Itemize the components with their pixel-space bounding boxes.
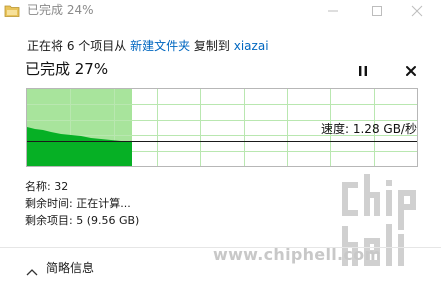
source-folder-link[interactable]: 新建文件夹	[130, 39, 190, 53]
close-icon	[406, 66, 416, 76]
chevron-up-icon	[26, 264, 38, 275]
speed-label: 速度: 1.28 GB/秒	[321, 122, 417, 136]
transfer-stats: 名称: 32 剩余时间: 正在计算... 剩余项目: 5 (9.56 GB)	[25, 178, 139, 229]
minimize-button[interactable]	[313, 0, 353, 22]
folder-copy-icon	[4, 3, 20, 17]
close-window-button[interactable]	[397, 0, 437, 22]
window-title: 已完成 24%	[27, 3, 94, 17]
progress-percent: 已完成 27%	[25, 60, 109, 78]
items-remaining: 剩余项目: 5 (9.56 GB)	[25, 214, 140, 227]
title-bar: 已完成 24%	[0, 0, 441, 22]
details-label: 简略信息	[46, 261, 95, 275]
watermark-url: www.chiphell.com	[213, 245, 382, 264]
copy-prefix: 正在将 6 个项目从	[27, 39, 131, 53]
less-details-button[interactable]: 简略信息	[26, 259, 94, 277]
destination-folder-link[interactable]: xiazai	[234, 39, 269, 53]
cancel-copy-button[interactable]	[404, 63, 418, 77]
pause-button[interactable]	[356, 63, 370, 77]
pause-icon	[359, 66, 367, 76]
copy-middle: 复制到	[190, 39, 234, 53]
item-name: 名称: 32	[25, 180, 69, 193]
time-remaining: 剩余时间: 正在计算...	[25, 197, 131, 210]
footer-divider	[0, 247, 441, 248]
copy-description: 正在将 6 个项目从 新建文件夹 复制到 xiazai	[27, 38, 269, 54]
maximize-button[interactable]	[357, 0, 397, 22]
